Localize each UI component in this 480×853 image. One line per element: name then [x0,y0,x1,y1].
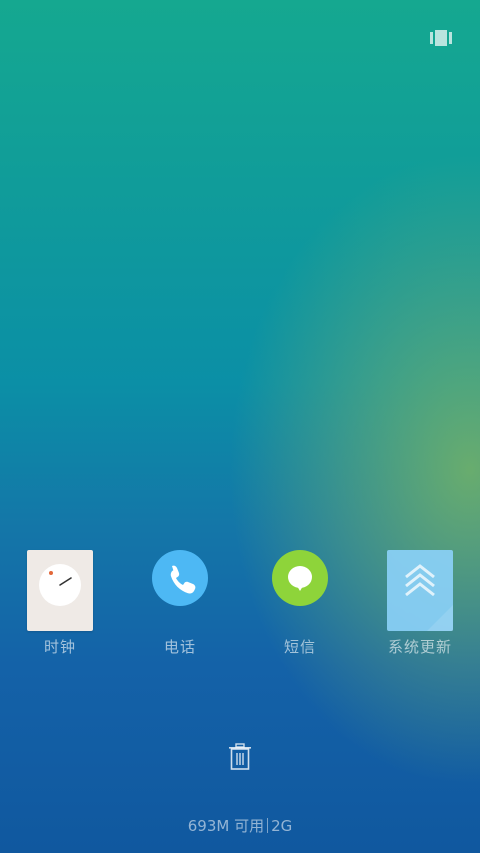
trash-icon[interactable] [227,743,253,771]
recent-app-label: 系统更新 [387,638,452,656]
recent-app-label: 时钟 [43,638,76,656]
memory-available: 693M 可用 [187,817,265,835]
recent-app-label: 短信 [283,638,316,656]
memory-status: 693M 可用 2G [0,815,480,836]
recent-app-label: 电话 [163,638,196,656]
system-update-icon [387,550,453,631]
recent-apps-screen: 时钟 电话 短信 系统更新 693M 可用 2G [0,0,480,853]
message-icon [272,550,328,606]
memory-divider [267,818,269,833]
multi-window-icon[interactable] [430,30,452,46]
clock-icon [27,550,93,631]
recent-apps-row: 时钟 电话 短信 系统更新 [0,548,480,658]
phone-icon [152,550,208,606]
memory-total: 2G [271,817,293,835]
